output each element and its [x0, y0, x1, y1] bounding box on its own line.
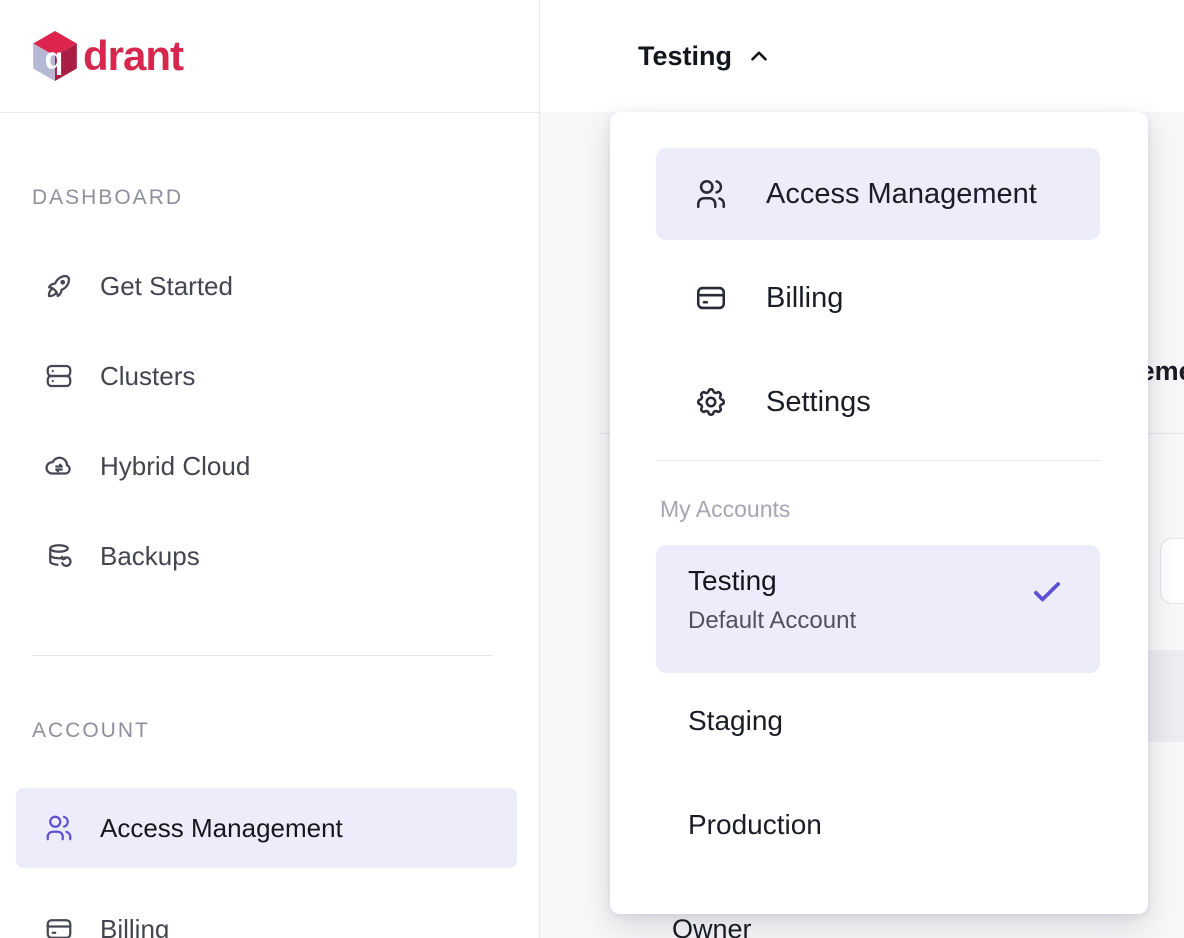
- qdrant-logo-text: drant: [83, 35, 183, 77]
- rocket-icon: [44, 271, 74, 301]
- menu-item-label: Settings: [766, 386, 871, 419]
- section-heading-account: ACCOUNT: [32, 718, 539, 744]
- account-name: Testing: [688, 565, 1070, 597]
- account-subtitle: Default Account: [688, 607, 1070, 635]
- menu-item-billing[interactable]: Billing: [656, 252, 1100, 344]
- account-switcher-button[interactable]: Testing: [638, 41, 772, 72]
- menu-divider: [656, 460, 1100, 461]
- accounts-heading: My Accounts: [660, 495, 1100, 523]
- menu-item-access-management[interactable]: Access Management: [656, 148, 1100, 240]
- app-root: q drant DASHBOARD Get Started: [0, 0, 1184, 938]
- section-heading-dashboard: DASHBOARD: [32, 185, 539, 211]
- account-name: Production: [688, 809, 822, 841]
- sidebar-item-label: Access Management: [100, 813, 343, 844]
- main-header: Testing: [540, 0, 1184, 112]
- account-option-staging[interactable]: Staging: [656, 689, 1100, 753]
- sidebar-item-clusters[interactable]: Clusters: [0, 331, 539, 421]
- table-cell-owner: Owner: [672, 914, 752, 938]
- svg-text:q: q: [45, 42, 63, 75]
- users-icon: [694, 177, 728, 211]
- chevron-up-icon: [746, 43, 772, 69]
- account-option-production[interactable]: Production: [656, 793, 1100, 857]
- sidebar-item-get-started[interactable]: Get Started: [0, 241, 539, 331]
- gear-icon: [694, 385, 728, 419]
- qdrant-logo-icon: q: [32, 30, 78, 82]
- sidebar-nav-dashboard: Get Started Clusters: [0, 241, 539, 601]
- sidebar-item-hybrid-cloud[interactable]: Hybrid Cloud: [0, 421, 539, 511]
- clusters-icon: [44, 361, 74, 391]
- sidebar-item-label: Billing: [100, 914, 169, 938]
- toolbar-fragment: [1160, 538, 1184, 604]
- sidebar-item-backups[interactable]: Backups: [0, 511, 539, 601]
- menu-item-settings[interactable]: Settings: [656, 356, 1100, 448]
- account-option-testing[interactable]: Testing Default Account: [656, 545, 1100, 673]
- sidebar-item-label: Get Started: [100, 271, 233, 302]
- hybrid-cloud-icon: [44, 451, 74, 481]
- account-switcher-label: Testing: [638, 41, 732, 72]
- menu-item-label: Billing: [766, 282, 843, 315]
- account-name: Staging: [688, 705, 783, 737]
- sidebar-item-billing[interactable]: Billing: [0, 884, 539, 938]
- credit-card-icon: [44, 914, 74, 938]
- menu-item-label: Access Management: [766, 178, 1037, 211]
- backups-icon: [44, 541, 74, 571]
- sidebar-divider: [32, 655, 493, 656]
- users-icon: [44, 813, 74, 843]
- sidebar-item-label: Backups: [100, 541, 200, 572]
- account-menu: Access Management Billing: [610, 112, 1148, 914]
- sidebar: q drant DASHBOARD Get Started: [0, 0, 540, 938]
- sidebar-nav-account: Access Management Billing: [0, 788, 539, 938]
- credit-card-icon: [694, 281, 728, 315]
- main-area: Testing Access Management Owner: [540, 0, 1184, 938]
- sidebar-item-access-management[interactable]: Access Management: [16, 788, 517, 868]
- sidebar-item-label: Hybrid Cloud: [100, 451, 250, 482]
- check-icon: [1028, 573, 1066, 611]
- qdrant-logo[interactable]: q drant: [32, 30, 183, 82]
- sidebar-header: q drant: [0, 0, 539, 113]
- sidebar-item-label: Clusters: [100, 361, 195, 392]
